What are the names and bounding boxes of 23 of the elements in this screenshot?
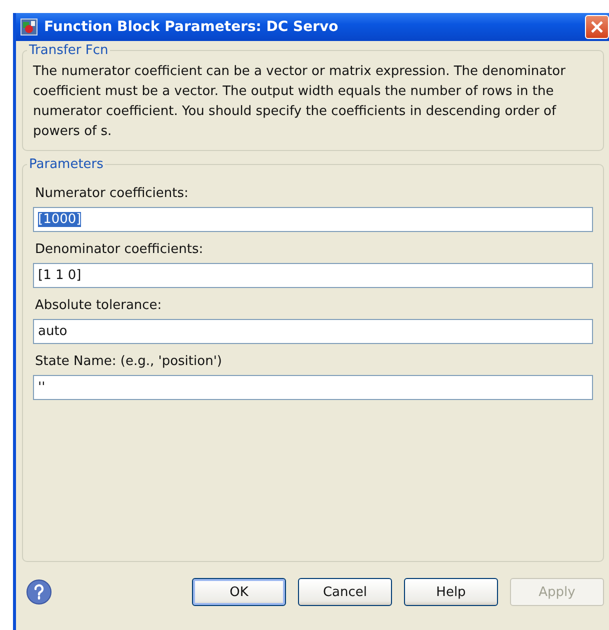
field-value: [1 1 0] [38,268,82,283]
help-icon[interactable] [26,579,52,605]
input-field[interactable]: [1 1 0] [33,263,593,288]
field-value: auto [38,324,68,339]
group-title: Transfer Fcn [28,43,110,58]
close-button[interactable] [585,15,609,39]
dialog-button[interactable]: OK [192,578,286,606]
input-field[interactable]: '' [33,375,593,400]
field-label: State Name: (e.g., 'position') [35,354,223,369]
field-label: Denominator coefficients: [35,242,204,257]
field-value: [1000] [38,212,82,227]
input-field[interactable]: auto [33,319,593,344]
description-text: The numerator coefficient can be a vector or matrix expression. The denominator coefficient must be a vector. The output width equals the number of rows in the numerator coefficient. You should specify the coefficients in descending order of powers of s. [33,63,566,141]
input-field[interactable]: [1000] [33,207,593,232]
dialog-button[interactable]: Cancel [298,578,392,606]
dialog-button[interactable]: Help [404,578,498,606]
field-label: Numerator coefficients: [35,186,190,201]
window-title: Function Block Parameters: DC Servo [44,19,340,35]
field-label: Absolute tolerance: [35,298,163,313]
field-value: '' [38,380,46,395]
close-icon [590,20,604,34]
group-title: Parameters [28,157,104,172]
block-diagram-icon [20,18,38,36]
